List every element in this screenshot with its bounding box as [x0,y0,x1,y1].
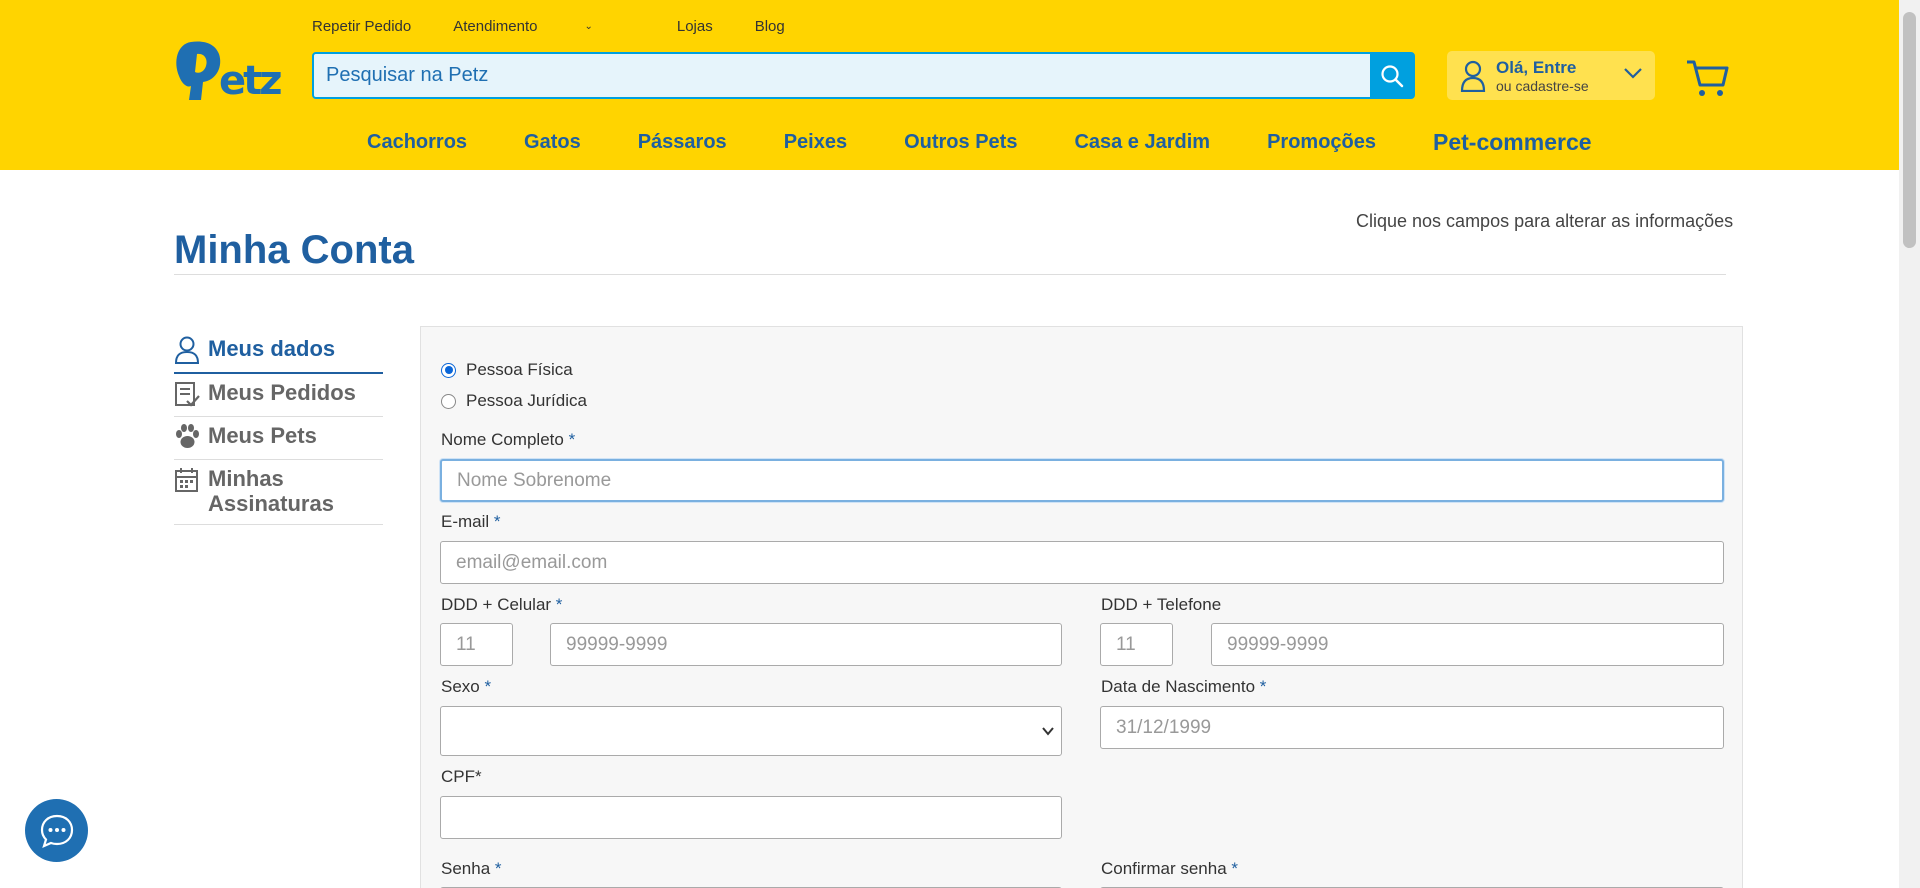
gender-label-text: Sexo [441,677,480,696]
sidebar-item-label: Meus Pedidos [208,380,356,405]
nav-item-outros-pets[interactable]: Outros Pets [904,131,1017,156]
radio-button-checked[interactable] [441,362,456,378]
chat-icon [40,814,73,848]
password-label-text: Senha [441,859,491,878]
title-divider [174,274,1726,275]
account-menu[interactable]: Olá, Entre ou cadastre-se [1447,51,1655,100]
petz-logo-mark: etz [176,41,284,104]
cpf-label: CPF* [441,767,482,786]
petz-logo[interactable]: etz [173,36,289,104]
calendar-icon [174,466,200,494]
required-mark: * [484,677,492,696]
site-header: etz Repetir Pedido Atendimento ⌄ Lojas Bl… [0,0,1899,170]
gender-select[interactable] [440,706,1062,756]
search-button[interactable] [1370,54,1413,97]
birthdate-field[interactable] [1100,706,1724,749]
password-label: Senha * [441,859,502,879]
mobile-label: DDD + Celular * [441,595,562,615]
paw-icon [174,423,200,451]
required-mark: * [1231,859,1239,878]
full-name-label: Nome Completo * [441,430,575,450]
sidebar-item-label: Meus Pets [208,423,317,448]
account-subtext: ou cadastre-se [1496,78,1589,94]
orders-icon [174,380,200,408]
svg-text:etz: etz [219,58,281,102]
phone-label-text: DDD + Telefone [1101,595,1222,614]
category-nav: Cachorros Gatos Pássaros Peixes Outros P… [367,129,1649,156]
sidebar-item-minhas-assinaturas[interactable]: Minhas Assinaturas [174,460,383,525]
cart-button[interactable] [1686,58,1730,98]
nav-item-gatos[interactable]: Gatos [524,131,581,156]
top-link-atendimento-label: Atendimento [453,18,538,35]
search-bar [312,52,1415,99]
birthdate-label-text: Data de Nascimento [1101,677,1256,696]
mobile-label-text: DDD + Celular [441,595,552,614]
top-links: Repetir Pedido Atendimento ⌄ Lojas Blog [312,18,827,35]
mobile-number-field[interactable] [550,623,1062,666]
top-link-lojas[interactable]: Lojas [677,18,713,35]
sidebar-item-label: Meus dados [208,336,336,361]
chevron-down-icon [1624,68,1642,79]
required-mark: * [1259,677,1267,696]
phone-ddd-field[interactable] [1100,623,1173,666]
chevron-down-icon: ⌄ [584,21,593,32]
birthdate-label: Data de Nascimento * [1101,677,1266,697]
chevron-down-icon [1042,727,1054,736]
page-title: Minha Conta [174,228,414,272]
radio-button[interactable] [441,393,456,409]
phone-number-field[interactable] [1211,623,1724,666]
required-mark: * [555,595,563,614]
confirm-password-label-text: Confirmar senha [1101,859,1227,878]
sidebar-item-meus-dados[interactable]: Meus dados [174,330,383,374]
email-label: E-mail * [441,512,501,532]
nav-item-casa-e-jardim[interactable]: Casa e Jardim [1074,131,1210,156]
gender-label: Sexo * [441,677,491,697]
radio-label: Pessoa Jurídica [466,391,587,410]
required-mark: * [568,430,576,449]
sidebar-item-label: Minhas Assinaturas [208,466,334,516]
nav-item-promocoes[interactable]: Promoções [1267,131,1376,156]
edit-hint: Clique nos campos para alterar as inform… [1356,211,1734,231]
radio-pessoa-juridica[interactable]: Pessoa Jurídica [441,391,587,411]
scrollbar-thumb[interactable] [1903,12,1916,248]
search-icon [1380,64,1403,87]
user-icon [174,336,200,364]
nav-item-pet-commerce[interactable]: Pet-commerce [1433,129,1592,156]
radio-label: Pessoa Física [466,360,573,379]
email-label-text: E-mail [441,512,490,531]
top-link-repetir-pedido[interactable]: Repetir Pedido [312,18,411,35]
top-link-blog[interactable]: Blog [755,18,785,35]
full-name-label-text: Nome Completo [441,430,564,449]
account-sidebar: Meus dados Meus Pedidos Meus Pets Minhas… [174,330,383,525]
full-name-field[interactable] [440,459,1724,502]
phone-label: DDD + Telefone [1101,595,1221,615]
sidebar-item-meus-pets[interactable]: Meus Pets [174,417,383,460]
email-field[interactable] [440,541,1724,584]
mobile-ddd-field[interactable] [440,623,513,666]
cart-icon [1687,60,1729,96]
nav-item-peixes[interactable]: Peixes [784,131,847,156]
required-mark: * [493,512,501,531]
nav-item-passaros[interactable]: Pássaros [638,131,727,156]
nav-item-cachorros[interactable]: Cachorros [367,131,467,156]
cpf-field[interactable] [440,796,1062,839]
radio-pessoa-fisica[interactable]: Pessoa Física [441,360,573,380]
account-form: Pessoa Física Pessoa Jurídica Nome Compl… [420,326,1743,888]
sidebar-item-meus-pedidos[interactable]: Meus Pedidos [174,374,383,417]
user-icon [1460,60,1486,92]
confirm-password-label: Confirmar senha * [1101,859,1238,879]
top-link-atendimento[interactable]: Atendimento ⌄ [453,18,635,35]
chat-button[interactable] [25,799,88,862]
account-greeting: Olá, Entre [1496,58,1577,77]
required-mark: * [494,859,502,878]
search-input[interactable] [314,54,1369,97]
page-scrollbar[interactable] [1899,0,1920,888]
